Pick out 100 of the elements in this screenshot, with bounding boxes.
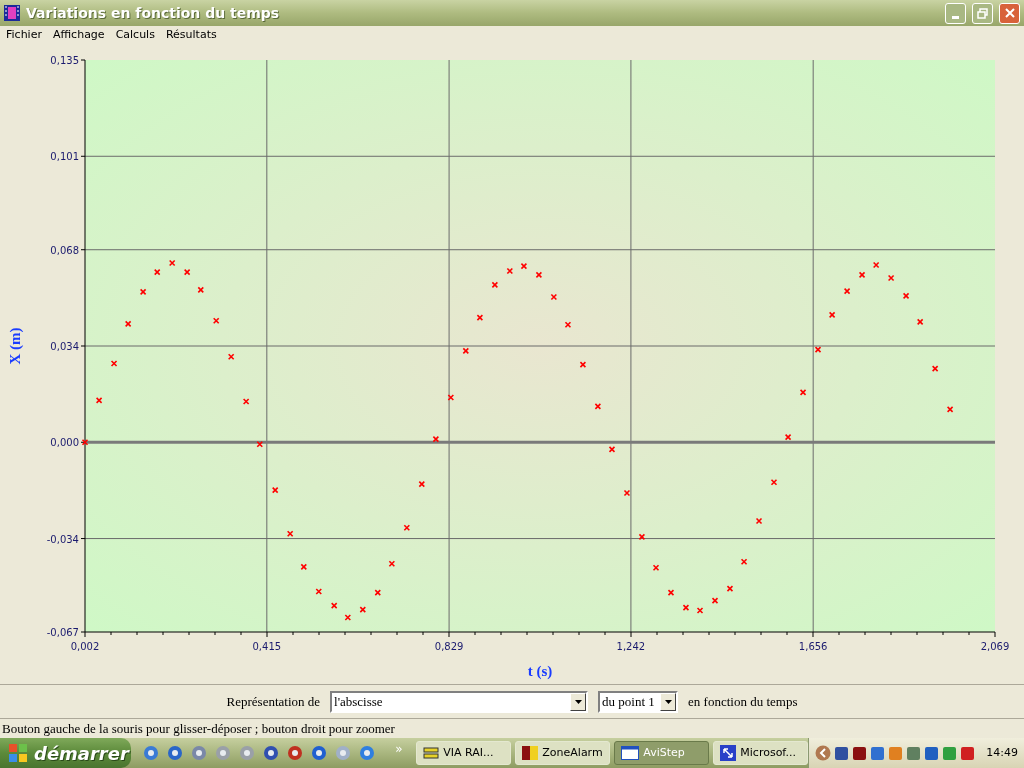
data-point: [139, 288, 147, 296]
quick-launch-icon[interactable]: [167, 745, 184, 761]
data-point: [300, 563, 308, 571]
control-label: Représentation de: [226, 692, 321, 711]
start-button[interactable]: démarrer: [0, 738, 132, 768]
quick-launch-icon[interactable]: [359, 745, 376, 761]
clock: 14:49: [985, 744, 1018, 761]
minimize-button[interactable]: [945, 2, 966, 24]
tick-label: 2,069: [980, 641, 1010, 652]
tick-label: 1,242: [616, 641, 646, 652]
tray-icon[interactable]: [852, 745, 868, 761]
tray-icon[interactable]: [834, 745, 850, 761]
data-point: [242, 398, 250, 405]
data-point: [432, 435, 440, 443]
data-point: [902, 292, 910, 300]
data-point: [110, 360, 118, 367]
data-point: [388, 560, 396, 568]
data-point: [520, 262, 528, 270]
dropdown-field[interactable]: du point 1: [598, 690, 679, 713]
restore-button[interactable]: [972, 2, 993, 24]
data-point: [799, 389, 807, 396]
data-point: [227, 353, 235, 361]
data-point: [872, 261, 880, 269]
data-point: [374, 589, 382, 596]
menu-item[interactable]: Affichage: [47, 26, 110, 44]
expand-icon: [720, 745, 737, 761]
data-point: [784, 433, 792, 441]
data-point: [858, 271, 866, 279]
data-point: [623, 489, 631, 497]
tick-label: 0,002: [70, 641, 100, 652]
tick-label: 0,034: [50, 341, 79, 352]
data-point: [124, 320, 132, 328]
data-point: [403, 524, 411, 532]
data-point: [652, 564, 660, 571]
data-point: [946, 406, 954, 413]
data-point: [447, 394, 455, 401]
data-point: [286, 530, 294, 538]
tray-icon[interactable]: [906, 745, 922, 761]
quick-launch-icon[interactable]: [143, 745, 160, 761]
data-point: [770, 478, 778, 486]
data-point: [462, 347, 470, 355]
data-point: [418, 480, 426, 488]
taskbar-button[interactable]: VIA RAI...: [416, 741, 512, 765]
caret-icon: [574, 699, 582, 704]
data-point: [359, 606, 367, 613]
data-point: [212, 317, 220, 325]
data-point: [95, 397, 103, 404]
menu-item[interactable]: Résultats: [160, 26, 222, 44]
tick-label: -0,067: [46, 627, 79, 638]
taskbar-button[interactable]: ZoneAlarm: [515, 741, 611, 765]
menu-item[interactable]: Fichier: [1, 26, 47, 44]
tick-label: 0,068: [50, 244, 79, 256]
data-point: [667, 589, 675, 596]
tick-label: 0,101: [50, 151, 79, 163]
tick-label: 1,656: [798, 641, 828, 652]
data-point: [608, 446, 616, 453]
data-point: [506, 267, 514, 275]
caret-icon: [664, 699, 672, 704]
taskbar-button[interactable]: Microsof...: [713, 741, 809, 765]
data-point: [344, 614, 352, 621]
close-icon: [1004, 8, 1015, 18]
quick-launch-icon[interactable]: [311, 745, 328, 761]
data-point: [491, 281, 499, 289]
axis-title: X (m): [7, 327, 23, 365]
quick-launch-icon[interactable]: [263, 745, 280, 761]
data-point: [887, 274, 895, 282]
data-point: [330, 602, 338, 609]
data-point: [638, 533, 646, 541]
data-point: [828, 311, 836, 319]
quick-launch-icon[interactable]: [191, 745, 208, 761]
data-point: [682, 604, 690, 611]
window-title: Variations en fonction du temps: [26, 3, 281, 23]
data-point: [594, 403, 602, 410]
data-point: [711, 597, 719, 604]
drive-icon: [423, 746, 440, 760]
data-point: [843, 287, 851, 295]
tick-label: 0,000: [50, 437, 79, 449]
data-point: [550, 293, 558, 301]
tray-icon[interactable]: [960, 745, 976, 761]
data-point: [726, 585, 734, 592]
dropdown-field[interactable]: l'abscisse: [330, 690, 589, 713]
data-point: [81, 438, 89, 446]
quick-launch-icon[interactable]: [287, 745, 304, 761]
tick-label: 0,415: [252, 641, 282, 652]
data-point: [256, 440, 264, 448]
tick-label: -0,034: [46, 533, 79, 545]
data-point: [168, 259, 176, 267]
data-point: [197, 286, 205, 294]
menu-item[interactable]: Calculs: [110, 26, 160, 44]
data-point: [931, 365, 939, 372]
data-point: [183, 268, 191, 276]
app-icon: [522, 746, 539, 760]
close-button[interactable]: [999, 2, 1020, 24]
tick-label: 0,829: [434, 641, 464, 652]
tray-icon[interactable]: [924, 745, 940, 761]
chevron-icon[interactable]: [815, 745, 832, 761]
data-point: [153, 268, 161, 276]
tray-icon[interactable]: [870, 745, 886, 761]
tick-label: 0,135: [50, 55, 79, 66]
data-point: [696, 607, 704, 614]
